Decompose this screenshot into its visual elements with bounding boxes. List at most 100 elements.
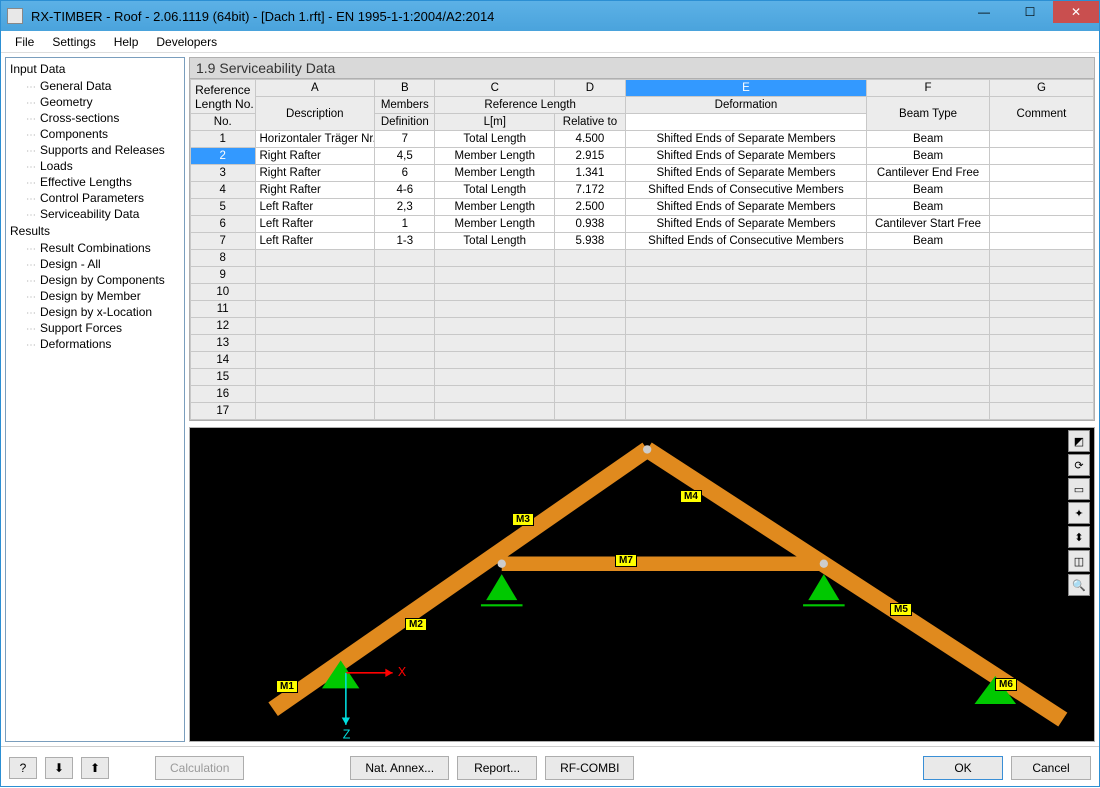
table-cell[interactable]: 2 xyxy=(191,148,256,165)
table-cell[interactable]: Shifted Ends of Consecutive Members xyxy=(625,233,866,250)
th-col-d[interactable]: D xyxy=(555,80,626,97)
table-cell[interactable] xyxy=(989,386,1093,403)
table-cell[interactable] xyxy=(555,386,626,403)
table-cell[interactable] xyxy=(989,267,1093,284)
data-table[interactable]: ReferenceLength No. A B C D E F G Descri… xyxy=(189,79,1095,421)
tree-design-all[interactable]: Design - All xyxy=(6,256,184,272)
vp-tool-1[interactable]: ◩ xyxy=(1068,430,1090,452)
table-cell[interactable]: Member Length xyxy=(435,148,555,165)
tree-components[interactable]: Components xyxy=(6,126,184,142)
tree-cross-sections[interactable]: Cross-sections xyxy=(6,110,184,126)
vp-tool-4[interactable]: ✦ xyxy=(1068,502,1090,524)
table-cell[interactable] xyxy=(989,165,1093,182)
table-cell[interactable]: Shifted Ends of Separate Members xyxy=(625,131,866,148)
table-cell[interactable] xyxy=(867,335,990,352)
table-cell[interactable] xyxy=(867,318,990,335)
tree-design-components[interactable]: Design by Components xyxy=(6,272,184,288)
table-cell[interactable] xyxy=(989,131,1093,148)
menu-developers[interactable]: Developers xyxy=(148,33,225,51)
table-cell[interactable]: 4,5 xyxy=(375,148,435,165)
table-cell[interactable]: 17 xyxy=(191,403,256,420)
table-cell[interactable] xyxy=(625,267,866,284)
table-cell[interactable]: Cantilever Start Free xyxy=(867,216,990,233)
table-cell[interactable]: Right Rafter xyxy=(255,165,375,182)
tree-deformations[interactable]: Deformations xyxy=(6,336,184,352)
table-row[interactable]: 15 xyxy=(191,369,1094,386)
table-cell[interactable]: 15 xyxy=(191,369,256,386)
table-cell[interactable]: Total Length xyxy=(435,182,555,199)
table-cell[interactable]: Member Length xyxy=(435,165,555,182)
table-cell[interactable] xyxy=(989,199,1093,216)
table-cell[interactable] xyxy=(989,335,1093,352)
table-cell[interactable] xyxy=(625,318,866,335)
table-row[interactable]: 4Right Rafter4-6Total Length7.172Shifted… xyxy=(191,182,1094,199)
table-cell[interactable] xyxy=(555,301,626,318)
table-cell[interactable]: 7 xyxy=(191,233,256,250)
table-cell[interactable]: 4-6 xyxy=(375,182,435,199)
table-cell[interactable]: Beam xyxy=(867,233,990,250)
table-cell[interactable]: Beam xyxy=(867,182,990,199)
table-cell[interactable] xyxy=(375,369,435,386)
table-cell[interactable]: 1.341 xyxy=(555,165,626,182)
table-cell[interactable] xyxy=(867,301,990,318)
tree-control-parameters[interactable]: Control Parameters xyxy=(6,190,184,206)
table-row[interactable]: 6Left Rafter1Member Length0.938Shifted E… xyxy=(191,216,1094,233)
table-cell[interactable] xyxy=(555,369,626,386)
table-cell[interactable] xyxy=(435,250,555,267)
table-cell[interactable] xyxy=(867,369,990,386)
table-cell[interactable] xyxy=(375,284,435,301)
table-cell[interactable]: 4.500 xyxy=(555,131,626,148)
table-cell[interactable]: Beam xyxy=(867,131,990,148)
table-cell[interactable]: 1 xyxy=(375,216,435,233)
table-cell[interactable]: 5.938 xyxy=(555,233,626,250)
table-row[interactable]: 8 xyxy=(191,250,1094,267)
table-cell[interactable] xyxy=(375,267,435,284)
table-cell[interactable]: 2.500 xyxy=(555,199,626,216)
table-row[interactable]: 13 xyxy=(191,335,1094,352)
table-cell[interactable] xyxy=(435,301,555,318)
tree-design-xloc[interactable]: Design by x-Location xyxy=(6,304,184,320)
tree-supports[interactable]: Supports and Releases xyxy=(6,142,184,158)
table-cell[interactable]: Shifted Ends of Consecutive Members xyxy=(625,182,866,199)
table-cell[interactable] xyxy=(255,318,375,335)
table-cell[interactable] xyxy=(435,386,555,403)
tree-loads[interactable]: Loads xyxy=(6,158,184,174)
table-cell[interactable] xyxy=(435,335,555,352)
table-cell[interactable]: Horizontaler Träger Nr. xyxy=(255,131,375,148)
table-row[interactable]: 11 xyxy=(191,301,1094,318)
tree-results[interactable]: Results xyxy=(6,222,184,240)
table-cell[interactable]: 7 xyxy=(375,131,435,148)
table-cell[interactable] xyxy=(375,318,435,335)
export-button[interactable]: ⬆ xyxy=(81,757,109,779)
table-cell[interactable] xyxy=(625,301,866,318)
table-cell[interactable] xyxy=(255,250,375,267)
table-cell[interactable] xyxy=(435,403,555,420)
table-cell[interactable] xyxy=(989,250,1093,267)
table-cell[interactable] xyxy=(625,250,866,267)
table-cell[interactable] xyxy=(255,284,375,301)
table-cell[interactable]: Total Length xyxy=(435,131,555,148)
table-cell[interactable] xyxy=(867,250,990,267)
table-row[interactable]: 9 xyxy=(191,267,1094,284)
minimize-button[interactable]: — xyxy=(961,1,1007,23)
table-cell[interactable] xyxy=(625,335,866,352)
table-cell[interactable] xyxy=(255,352,375,369)
menu-file[interactable]: File xyxy=(7,33,42,51)
table-cell[interactable] xyxy=(375,250,435,267)
tree-design-member[interactable]: Design by Member xyxy=(6,288,184,304)
table-cell[interactable]: 12 xyxy=(191,318,256,335)
table-cell[interactable] xyxy=(625,403,866,420)
table-row[interactable]: 1Horizontaler Träger Nr.7Total Length4.5… xyxy=(191,131,1094,148)
table-cell[interactable] xyxy=(555,335,626,352)
table-cell[interactable]: Right Rafter xyxy=(255,148,375,165)
table-cell[interactable] xyxy=(867,267,990,284)
table-cell[interactable]: 3 xyxy=(191,165,256,182)
table-cell[interactable]: 16 xyxy=(191,386,256,403)
table-cell[interactable]: 6 xyxy=(191,216,256,233)
table-cell[interactable]: Shifted Ends of Separate Members xyxy=(625,148,866,165)
table-cell[interactable] xyxy=(375,352,435,369)
table-cell[interactable]: Shifted Ends of Separate Members xyxy=(625,199,866,216)
table-cell[interactable]: 1-3 xyxy=(375,233,435,250)
table-cell[interactable] xyxy=(255,386,375,403)
table-cell[interactable]: 10 xyxy=(191,284,256,301)
